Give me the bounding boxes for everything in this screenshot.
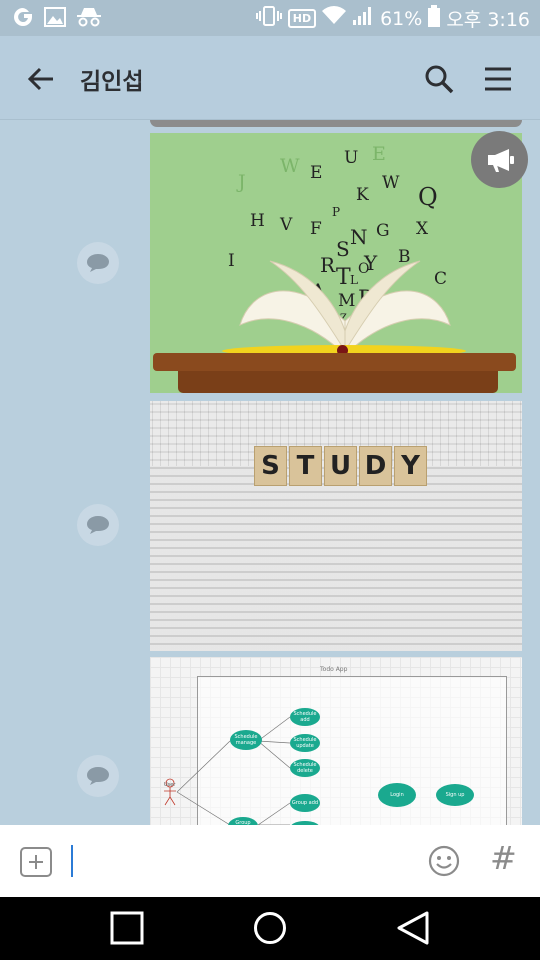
- actor-label: User: [164, 782, 176, 788]
- hamburger-icon: [485, 67, 511, 91]
- emoji-icon: [428, 845, 460, 877]
- chat-feed[interactable]: W E U E W K J H P G X V F N S B I A R T …: [0, 120, 540, 825]
- speech-bubble-icon: [87, 516, 109, 534]
- letter: Q: [418, 183, 438, 211]
- diagram-node: Schedule add: [290, 708, 320, 726]
- comment-button[interactable]: [77, 242, 119, 284]
- hashtag-button[interactable]: #: [490, 839, 517, 877]
- shelf-base: [178, 371, 498, 393]
- text-cursor: [71, 845, 73, 877]
- back-button[interactable]: [26, 64, 56, 94]
- letter: H: [250, 211, 265, 231]
- letter-tile: Y: [394, 446, 427, 486]
- letter: N: [350, 225, 368, 249]
- speech-bubble-icon: [87, 767, 109, 785]
- arrow-left-icon: [27, 67, 53, 91]
- letter: E: [372, 143, 386, 165]
- image-post-study[interactable]: S T U D Y: [150, 401, 522, 651]
- shelf: [153, 353, 516, 371]
- letter: V: [280, 215, 293, 235]
- message-input[interactable]: [80, 839, 410, 883]
- home-button[interactable]: [253, 911, 287, 945]
- letter: J: [238, 171, 246, 193]
- search-button[interactable]: [424, 64, 454, 94]
- announcement-button[interactable]: [471, 131, 528, 188]
- letter: W: [382, 173, 400, 193]
- recent-apps-icon: [110, 911, 144, 945]
- home-icon: [254, 912, 286, 944]
- letter: F: [310, 219, 322, 239]
- back-icon: [397, 911, 429, 945]
- megaphone-icon: [487, 148, 514, 172]
- letter: G: [376, 221, 390, 241]
- diagram-node: Sign up: [436, 784, 474, 806]
- diagram-node: Schedule update: [290, 734, 320, 752]
- image-post-diagram[interactable]: Todo App User Schedule manage Schedule a…: [150, 657, 522, 825]
- letter: P: [332, 205, 341, 219]
- status-bar: HD 61% 오후 3:16: [0, 0, 540, 36]
- letter: E: [310, 163, 323, 183]
- gallery-icon: [44, 7, 66, 31]
- clock: 오후 3:16: [446, 9, 530, 31]
- battery-icon: [428, 5, 441, 32]
- letter-tile: T: [289, 446, 322, 486]
- diagram-node: Login: [378, 783, 416, 807]
- search-icon: [425, 65, 454, 94]
- message-composer: #: [0, 825, 540, 897]
- letter: W: [280, 155, 300, 177]
- add-attachment-button[interactable]: [20, 847, 52, 877]
- letter-tile: S: [254, 446, 287, 486]
- image-post-book[interactable]: W E U E W K J H P G X V F N S B I A R T …: [150, 133, 522, 393]
- letter: K: [356, 185, 369, 205]
- letter-tile: U: [324, 446, 357, 486]
- system-back-button[interactable]: [396, 911, 430, 945]
- hd-icon: HD: [287, 9, 317, 28]
- chat-header: 김인섭: [0, 36, 540, 120]
- system-nav-bar: [0, 897, 540, 960]
- diagram-node: Group add: [290, 794, 320, 812]
- carrier-icon: [12, 6, 34, 32]
- menu-button[interactable]: [484, 66, 512, 92]
- incognito-icon: [76, 7, 102, 31]
- comment-button[interactable]: [77, 755, 119, 797]
- open-book-icon: [239, 260, 451, 357]
- previous-image-edge: [150, 120, 522, 127]
- vibrate-icon: [255, 5, 282, 32]
- signal-icon: [352, 6, 374, 31]
- battery-percent: 61%: [380, 7, 423, 30]
- page-title: 김인섭: [80, 69, 144, 95]
- wifi-icon: [322, 6, 347, 31]
- comment-button[interactable]: [77, 504, 119, 546]
- diagram-node: Schedule manage: [230, 730, 262, 750]
- speech-bubble-icon: [87, 254, 109, 272]
- diagram-node: Schedule delete: [290, 759, 320, 777]
- letter-tile: D: [359, 446, 392, 486]
- letter: X: [416, 219, 429, 239]
- letter: U: [344, 148, 359, 168]
- study-tiles: S T U D Y: [254, 446, 427, 486]
- recent-apps-button[interactable]: [110, 911, 144, 945]
- emoji-button[interactable]: [428, 845, 460, 877]
